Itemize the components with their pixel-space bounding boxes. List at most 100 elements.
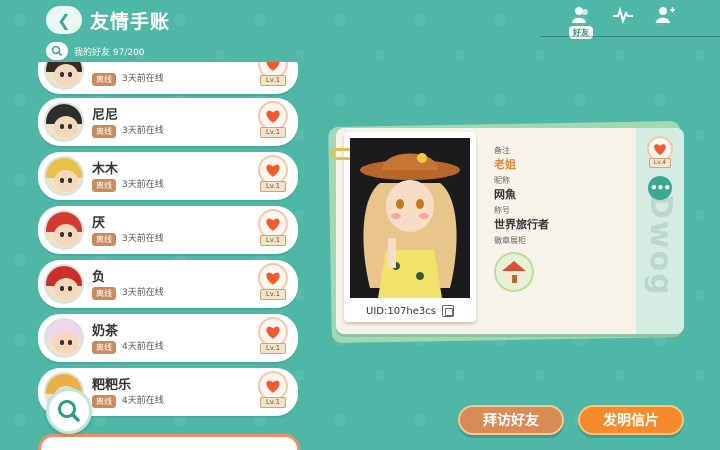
status-badge: 离线 xyxy=(92,125,116,138)
avatar-eye xyxy=(60,286,64,291)
friend-list-item[interactable]: 负 离线 3天前在线 Lv.1 xyxy=(38,260,298,308)
avatar xyxy=(44,102,84,142)
avatar-eye xyxy=(68,178,72,183)
avatar xyxy=(44,156,84,196)
status-badge: 离线 xyxy=(92,341,116,354)
badge-showcase-label: 徽章展柜 xyxy=(494,236,526,245)
title-value: 世界旅行者 xyxy=(494,218,549,231)
avatar-eye xyxy=(60,340,64,345)
tab-add-friend[interactable] xyxy=(650,6,680,40)
avatar-portrait xyxy=(350,138,470,298)
level-text: Lv.1 xyxy=(260,235,286,246)
search-friend-button[interactable] xyxy=(46,388,92,434)
avatar-face xyxy=(54,224,78,246)
search-icon xyxy=(58,400,80,422)
level-text: Lv.1 xyxy=(260,181,286,192)
header-divider xyxy=(540,36,720,37)
friend-name: 负 xyxy=(92,270,106,285)
friendship-level-badge: Lv.1 xyxy=(256,101,290,143)
list-item-partial[interactable] xyxy=(38,434,300,450)
avatar xyxy=(44,62,84,90)
uid-text: UID:107he3cs xyxy=(366,305,436,317)
avatar-eye xyxy=(60,178,64,183)
friend-count-bar: 我的好友 97/200 xyxy=(46,42,145,60)
friend-list-item[interactable]: 奶茶 离线 4天前在线 Lv.1 xyxy=(38,314,298,362)
friend-list-item[interactable]: 尼尼 离线 3天前在线 Lv.1 xyxy=(38,98,298,146)
friendship-level-badge: Lv.1 xyxy=(256,209,290,251)
friend-photo: UID:107he3cs xyxy=(330,132,476,322)
card-level-text: Lv.4 xyxy=(649,158,671,168)
status-badge: 离线 xyxy=(92,287,116,300)
friend-count: 我的好友 97/200 xyxy=(74,47,145,58)
title-label: 称号 xyxy=(494,206,510,215)
avatar-face xyxy=(54,278,78,300)
nickname-value: 网魚 xyxy=(494,188,516,201)
status-badge: 离线 xyxy=(92,233,116,246)
level-text: Lv.1 xyxy=(260,75,286,86)
last-online-text: 3天前在线 xyxy=(122,288,164,298)
friend-name: 奶茶 xyxy=(92,324,119,339)
friend-list-item[interactable]: 离线 3天前在线 Lv.1 xyxy=(38,62,298,94)
friend-list-item[interactable]: 木木 离线 3天前在线 Lv.1 xyxy=(38,152,298,200)
search-icon[interactable] xyxy=(46,42,68,60)
pulse-icon xyxy=(613,6,633,24)
last-online-text: 3天前在线 xyxy=(122,180,164,190)
friendship-level-badge: Lv.1 xyxy=(256,263,290,305)
card-level-badge: Lv.4 xyxy=(646,136,674,168)
level-text: Lv.1 xyxy=(260,397,286,408)
last-online-text: 4天前在线 xyxy=(122,396,164,406)
avatar-face xyxy=(54,64,78,86)
avatar xyxy=(44,318,84,358)
uid-row: UID:107he3cs xyxy=(350,303,470,319)
nickname-label: 昵称 xyxy=(494,176,510,185)
last-online-text: 3天前在线 xyxy=(122,74,164,84)
friend-info: 备注 老姐 昵称 网魚 称号 世界旅行者 徽章展柜 xyxy=(494,142,634,292)
visit-friend-button[interactable]: 拜访好友 xyxy=(458,405,564,435)
status-badge: 离线 xyxy=(92,73,116,86)
more-dots-icon: ••• xyxy=(649,181,671,195)
friend-name: 粑粑乐 xyxy=(92,378,132,393)
status-badge: 离线 xyxy=(92,395,116,408)
top-tabs: 好友 xyxy=(566,6,680,40)
friendship-level-badge: Lv.1 xyxy=(256,371,290,413)
friendship-level-badge: Lv.1 xyxy=(256,155,290,197)
avatar-eye xyxy=(68,286,72,291)
spine-logo: Dwog xyxy=(643,194,678,297)
level-text: Lv.1 xyxy=(260,343,286,354)
last-online-text: 3天前在线 xyxy=(122,234,164,244)
house-badge-icon[interactable] xyxy=(494,252,534,292)
avatar-eye xyxy=(68,232,72,237)
avatar-face xyxy=(54,116,78,138)
avatar-face xyxy=(54,332,78,354)
person-add-icon xyxy=(656,7,675,23)
avatar-eye xyxy=(68,72,72,77)
level-text: Lv.1 xyxy=(260,127,286,138)
friend-name: 厌 xyxy=(92,216,106,231)
friend-list-item[interactable]: 厌 离线 3天前在线 Lv.1 xyxy=(38,206,298,254)
level-text: Lv.1 xyxy=(260,289,286,300)
friendship-level-badge: Lv.1 xyxy=(256,317,290,359)
more-options-button[interactable]: ••• xyxy=(648,176,672,200)
friendship-level-badge: Lv.1 xyxy=(256,62,290,91)
avatar-eye xyxy=(68,124,72,129)
back-arrow-icon: ❮ xyxy=(57,10,71,30)
tab-friends-label: 好友 xyxy=(569,26,593,39)
friend-name: 尼尼 xyxy=(92,108,119,123)
tab-friends[interactable]: 好友 xyxy=(566,6,596,40)
page-title: 友情手账 xyxy=(90,11,171,33)
avatar-eye xyxy=(60,232,64,237)
back-button[interactable]: ❮ xyxy=(46,6,82,34)
friend-profile-card: Dwog UID:107he3cs 备注 老姐 昵称 网魚 称号 世界旅行者 徽… xyxy=(330,128,684,334)
last-online-text: 3天前在线 xyxy=(122,126,164,136)
avatar-eye xyxy=(60,124,64,129)
send-postcard-button[interactable]: 发明信片 xyxy=(578,405,684,435)
remark-label: 备注 xyxy=(494,146,510,155)
avatar xyxy=(44,264,84,304)
tab-activity[interactable] xyxy=(608,6,638,40)
avatar xyxy=(44,210,84,250)
status-badge: 离线 xyxy=(92,179,116,192)
remark-value[interactable]: 老姐 xyxy=(494,156,634,172)
avatar-eye xyxy=(68,340,72,345)
copy-icon[interactable] xyxy=(442,305,454,317)
avatar-eye xyxy=(60,72,64,77)
